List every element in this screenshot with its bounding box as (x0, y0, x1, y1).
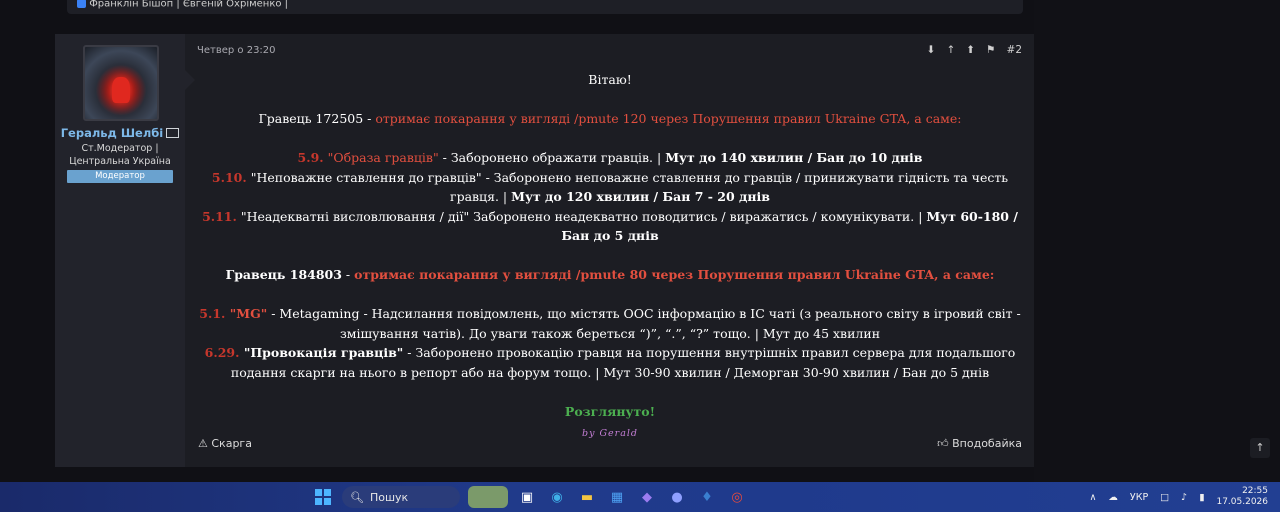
system-tray: ∧ ☁ УКР □ ♪ ▮ 22:55 17.05.2026 (1089, 482, 1268, 512)
post-actions: ⬇ ↑ ⬆ ⚑ #2 (927, 44, 1022, 56)
rule-code: 5.9. (297, 150, 324, 165)
task-view-icon[interactable]: ▣ (516, 486, 538, 508)
network-icon[interactable]: □ (1160, 492, 1169, 503)
widgets-icon[interactable] (468, 486, 508, 508)
dash-1: - (363, 111, 376, 126)
report-label[interactable]: Скарга (211, 437, 252, 450)
clock[interactable]: 22:55 17.05.2026 (1216, 486, 1268, 508)
taskbar-search[interactable]: 🔍︎ Пошук (342, 486, 460, 508)
rule-5-11: 5.11. "Неадекватні висловлювання / дії" … (195, 207, 1025, 246)
forum-post: Геральд Шелбі Ст.Модератор | Центральна … (55, 34, 1034, 467)
like-label[interactable]: Вподобайка (952, 437, 1022, 450)
rule-code: 6.29. (204, 345, 240, 360)
user-title-line1: Ст.Модератор | (81, 143, 159, 154)
post-body: Вітаю! Гравець 172505 - отримає покаранн… (195, 70, 1025, 445)
rule-text: Заборонено неадекватно поводитись / вира… (469, 208, 927, 224)
rule-penalty: Мут до 140 хвилин / Бан до 10 днів (665, 150, 923, 165)
greeting: Вітаю! (588, 72, 632, 87)
avatar-figure (112, 77, 130, 103)
rule-name: "Неадекватні висловлювання / дії" (236, 208, 470, 224)
chrome-icon[interactable]: ◎ (726, 486, 748, 508)
player-id-1: Гравець 172505 (258, 111, 364, 126)
file-explorer-icon[interactable]: ▬ (576, 486, 598, 508)
windows-start-icon[interactable] (312, 486, 334, 508)
like-button[interactable]: 👍︎ Вподобайка (937, 437, 1022, 450)
copilot-icon[interactable]: ◆ (636, 486, 658, 508)
avatar[interactable] (83, 45, 159, 121)
rule-code: 5.1. (199, 306, 226, 321)
previous-post-strip: Франклін Бішоп | Євгеній Охріменко | (67, 0, 1023, 14)
clock-date: 17.05.2026 (1216, 497, 1268, 507)
username[interactable]: Геральд Шелбі (55, 126, 185, 140)
rule-text: - Metagaming - Надсилання повідомлень, щ… (267, 306, 1021, 341)
clock-time: 22:55 (1242, 486, 1268, 496)
language-indicator[interactable]: УКР (1130, 492, 1148, 503)
moderator-badge: Модератор (67, 170, 173, 183)
rule-5-10: 5.10. "Неповажне ставлення до гравців" -… (195, 168, 1025, 207)
taskbar-apps: 🔍︎ Пошук ▣ ◉ ▬ ▦ ◆ ● ♦ ◎ (312, 482, 748, 512)
player-id-2: Гравець 184803 (225, 267, 342, 282)
volume-icon[interactable]: ♪ (1181, 492, 1187, 503)
chevron-up-icon[interactable]: ∧ (1089, 492, 1096, 503)
status-reviewed: Розглянуто! (564, 403, 656, 419)
rule-name: "Неповажне ставлення до гравців" (246, 169, 482, 185)
signature: by Gerald (581, 428, 638, 439)
rule-6-29: 6.29. "Провокація гравців" - Заборонено … (195, 343, 1025, 382)
warning-icon: ⚠ (198, 437, 208, 450)
report-button[interactable]: ⚠ Скарга (198, 437, 252, 450)
punishment-2: Гравець 184803 - отримає покарання у виг… (195, 265, 1025, 285)
punishment-text-2: отримає покарання у вигляді /pmute 80 че… (354, 267, 995, 282)
participants-text: Франклін Бішоп | Євгеній Охріменко | (89, 0, 289, 10)
punishment-1: Гравець 172505 - отримає покарання у виг… (195, 109, 1025, 129)
edge-browser-icon[interactable]: ◉ (546, 486, 568, 508)
post-date[interactable]: Четвер о 23:20 (197, 45, 276, 56)
rule-text: - Заборонено ображати гравців. | (438, 150, 666, 165)
message-arrow (185, 70, 195, 90)
envelope-icon[interactable] (166, 127, 180, 138)
username-text[interactable]: Геральд Шелбі (61, 126, 164, 140)
cloud-icon[interactable]: ☁ (1108, 492, 1118, 503)
discord-icon[interactable]: ● (666, 486, 688, 508)
search-placeholder: Пошук (369, 490, 409, 504)
user-title: Ст.Модератор | Центральна Україна (55, 142, 185, 168)
share-icon[interactable]: ⬆ (966, 44, 975, 56)
user-info-cell: Геральд Шелбі Ст.Модератор | Центральна … (55, 34, 185, 467)
user-title-line2: Центральна Україна (69, 156, 171, 167)
search-icon: 🔍︎ (350, 490, 364, 504)
bookmark-icon[interactable]: ⚑ (986, 44, 995, 56)
post-number[interactable]: #2 (1007, 44, 1022, 56)
rule-5-1: 5.1. "MG" - Metagaming - Надсилання пові… (195, 304, 1025, 343)
store-icon[interactable]: ▦ (606, 486, 628, 508)
arrow-up-icon[interactable]: ↑ (946, 44, 955, 56)
rule-name: "Провокація гравців" (239, 345, 404, 360)
rule-name: "MG" (225, 306, 268, 321)
rule-code: 5.10. (211, 169, 247, 185)
windows-taskbar: 🔍︎ Пошук ▣ ◉ ▬ ▦ ◆ ● ♦ ◎ ∧ ☁ УКР □ ♪ ▮ 2… (0, 482, 1280, 512)
dash-2: - (341, 267, 355, 282)
rule-name: "Образа гравців" (327, 150, 439, 165)
flag-icon (77, 0, 86, 8)
right-column (1034, 0, 1280, 482)
rule-penalty: Мут до 120 хвилин / Бан 7 - 20 днів (511, 189, 770, 204)
thumbs-up-icon: 👍︎ (937, 437, 949, 450)
app-icon[interactable]: ♦ (696, 486, 718, 508)
rule-5-9: 5.9. "Образа гравців" - Заборонено ображ… (195, 148, 1025, 168)
chevron-down-circle-icon[interactable]: ⬇ (927, 44, 936, 56)
punishment-text-1: отримає покарання у вигляді /pmute 120 ч… (375, 111, 962, 126)
scroll-to-top-button[interactable]: ↑ (1250, 438, 1270, 458)
battery-icon[interactable]: ▮ (1199, 492, 1204, 503)
rule-code: 5.11. (202, 208, 237, 224)
